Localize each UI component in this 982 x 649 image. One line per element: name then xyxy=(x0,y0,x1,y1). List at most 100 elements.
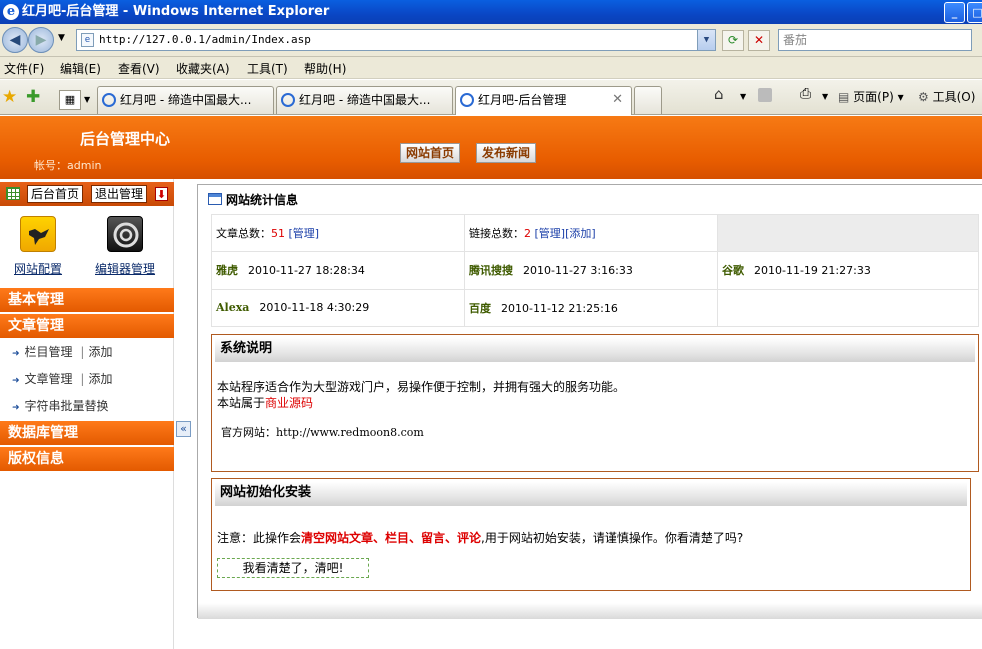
forward-button[interactable]: ▶ xyxy=(28,27,54,53)
section-database[interactable]: 数据库管理 xyxy=(0,421,174,445)
menu-file[interactable]: 文件(F) xyxy=(4,60,44,77)
menu-view[interactable]: 查看(V) xyxy=(118,60,160,77)
admin-header: 后台管理中心 帐号：admin 网站首页 发布新闻 xyxy=(0,116,982,179)
init-note: 注意：此操作会清空网站文章、栏目、留言、评论,用于网站初始安装，请谨慎操作。你看… xyxy=(217,531,744,545)
grid-icon xyxy=(6,187,20,200)
main-content: 网站统计信息 文章总数：51 [管理] 链接总数：2 [管理][添加] 雅虎 20… xyxy=(197,184,982,619)
tab-list-dropdown-icon[interactable]: ▼ xyxy=(84,90,95,110)
link-count: 2 xyxy=(524,227,531,241)
system-info-line2: 本站属于商业源码 xyxy=(217,396,314,410)
sidebar-item-category: ➜ 栏目管理 | 添加 xyxy=(12,345,113,359)
stats-table: 文章总数：51 [管理] 链接总数：2 [管理][添加] 雅虎 2010-11-2… xyxy=(211,213,979,328)
tab-close-icon[interactable]: ✕ xyxy=(612,87,623,113)
quick-tabs-icon[interactable]: ▦ xyxy=(59,90,81,110)
sidebar-toolbar: 后台首页 退出管理 ⬇ xyxy=(0,182,174,206)
address-url: http://127.0.0.1/admin/Index.asp xyxy=(99,33,311,46)
spider-row: 雅虎 2010-11-27 18:28:34 xyxy=(211,251,465,290)
gear-icon: ⚙ xyxy=(918,90,929,104)
ie-logo-icon: e xyxy=(3,4,19,20)
arrow-bullet-icon: ➜ xyxy=(12,403,20,413)
add-favorite-icon[interactable]: ✚ xyxy=(26,87,40,107)
editor-manage-icon[interactable] xyxy=(107,216,143,252)
tab-ie-icon xyxy=(281,93,295,107)
spider-row: 谷歌 2010-11-19 21:27:33 xyxy=(717,251,979,290)
site-config-link[interactable]: 网站配置 xyxy=(14,260,62,277)
address-bar[interactable]: e http://127.0.0.1/admin/Index.asp ▼ xyxy=(76,29,716,51)
batch-replace-link[interactable]: 字符串批量替换 xyxy=(25,399,109,413)
content-bottom-bar xyxy=(198,603,982,619)
tools-menu[interactable]: ⚙ 工具(O) xyxy=(918,88,975,105)
site-home-button[interactable]: 网站首页 xyxy=(400,143,461,163)
init-install-panel: 网站初始化安装 注意：此操作会清空网站文章、栏目、留言、评论,用于网站初始安装，… xyxy=(211,478,971,591)
refresh-icon[interactable]: ⟳ xyxy=(722,30,744,51)
menu-edit[interactable]: 编辑(E) xyxy=(60,60,101,77)
menu-bar: 文件(F) 编辑(E) 查看(V) 收藏夹(A) 工具(T) 帮助(H) xyxy=(0,57,982,79)
article-manage-link[interactable]: 文章管理 xyxy=(25,372,73,386)
minimize-button[interactable]: _ xyxy=(944,2,965,23)
tab-admin[interactable]: 红月吧-后台管理 ✕ xyxy=(455,86,632,115)
home-dropdown-icon[interactable]: ▼ xyxy=(740,92,746,101)
commercial-source-link[interactable]: 商业源码 xyxy=(265,396,313,410)
page-icon: e xyxy=(81,33,94,47)
tab-label: 红月吧 - 缔造中国最大... xyxy=(299,93,431,107)
site-config-icon[interactable] xyxy=(20,216,56,252)
article-add-link[interactable]: 添加 xyxy=(88,372,112,386)
back-button[interactable]: ◀ xyxy=(2,27,28,53)
tab-bar: ★ ✚ ▦ ▼ 红月吧 - 缔造中国最大... 红月吧 - 缔造中国最大... … xyxy=(0,80,982,115)
tab-redmoon-1[interactable]: 红月吧 - 缔造中国最大... xyxy=(97,86,274,114)
tab-ie-icon xyxy=(460,93,474,107)
menu-favorites[interactable]: 收藏夹(A) xyxy=(176,60,230,77)
official-site-line: 官方网站：http://www.redmoon8.com xyxy=(221,426,424,439)
account-label: 帐号：admin xyxy=(34,159,102,172)
history-dropdown-icon[interactable]: ▼ xyxy=(58,33,65,43)
new-tab-button[interactable] xyxy=(634,86,662,114)
article-count: 51 xyxy=(271,227,285,241)
home-icon[interactable]: ⌂ xyxy=(714,85,724,103)
search-input[interactable]: 番茄 xyxy=(778,29,972,51)
menu-help[interactable]: 帮助(H) xyxy=(304,60,346,77)
page-menu[interactable]: ▤ 页面(P) ▾ xyxy=(838,88,904,105)
spider-row: 百度 2010-11-12 21:25:16 xyxy=(464,288,718,328)
link-add-link[interactable]: [添加] xyxy=(565,227,596,240)
confirm-clear-button[interactable]: 我看清楚了，清吧! xyxy=(217,558,369,578)
tab-redmoon-2[interactable]: 红月吧 - 缔造中国最大... xyxy=(276,86,453,114)
system-info-line1: 本站程序适合作为大型游戏门户，易操作便于控制，并拥有强大的服务功能。 xyxy=(217,380,626,394)
stop-icon[interactable]: ✕ xyxy=(748,30,770,51)
page-menu-label: 页面(P) xyxy=(853,90,894,104)
print-icon[interactable]: ⎙ xyxy=(800,86,811,102)
publish-news-button[interactable]: 发布新闻 xyxy=(476,143,537,163)
empty-cell xyxy=(717,288,979,328)
arrow-bullet-icon: ➜ xyxy=(12,376,20,386)
section-article[interactable]: 文章管理 xyxy=(0,314,174,338)
section-basic[interactable]: 基本管理 xyxy=(0,288,174,312)
spider-row: 腾讯搜搜 2010-11-27 3:16:33 xyxy=(464,251,718,290)
down-arrow-icon[interactable]: ⬇ xyxy=(155,187,168,201)
category-add-link[interactable]: 添加 xyxy=(88,345,112,359)
feeds-icon[interactable] xyxy=(758,88,772,102)
print-dropdown-icon[interactable]: ▼ xyxy=(822,92,828,101)
window-title: 红月吧-后台管理 - Windows Internet Explorer xyxy=(22,4,330,19)
link-manage-link[interactable]: [管理] xyxy=(535,227,566,240)
article-manage-link[interactable]: [管理] xyxy=(289,227,320,240)
logout-button[interactable]: 退出管理 xyxy=(91,185,148,203)
menu-tools[interactable]: 工具(T) xyxy=(247,60,288,77)
admin-title: 后台管理中心 xyxy=(80,130,171,148)
system-info-panel: 系统说明 本站程序适合作为大型游戏门户，易操作便于控制，并拥有强大的服务功能。 … xyxy=(211,334,979,472)
category-manage-link[interactable]: 栏目管理 xyxy=(25,345,73,359)
article-count-cell: 文章总数：51 [管理] xyxy=(211,213,465,253)
address-toolbar: ◀ ▶ ▼ e http://127.0.0.1/admin/Index.asp… xyxy=(0,24,982,57)
editor-manage-link[interactable]: 编辑器管理 xyxy=(95,260,155,277)
stats-title: 网站统计信息 xyxy=(208,191,298,208)
arrow-bullet-icon: ➜ xyxy=(12,349,20,359)
section-copyright[interactable]: 版权信息 xyxy=(0,447,174,471)
sidebar-item-replace: ➜ 字符串批量替换 xyxy=(12,397,109,414)
tab-ie-icon xyxy=(102,93,116,107)
collapse-sidebar-button[interactable]: « xyxy=(176,421,191,437)
favorites-star-icon[interactable]: ★ xyxy=(2,87,17,107)
admin-home-button[interactable]: 后台首页 xyxy=(27,185,84,203)
official-site-url[interactable]: http://www.redmoon8.com xyxy=(276,426,424,439)
tools-menu-label: 工具(O) xyxy=(932,90,976,104)
maximize-button[interactable]: □ xyxy=(967,2,982,23)
tab-label: 红月吧 - 缔造中国最大... xyxy=(120,93,252,107)
address-dropdown-icon[interactable]: ▼ xyxy=(697,30,715,50)
